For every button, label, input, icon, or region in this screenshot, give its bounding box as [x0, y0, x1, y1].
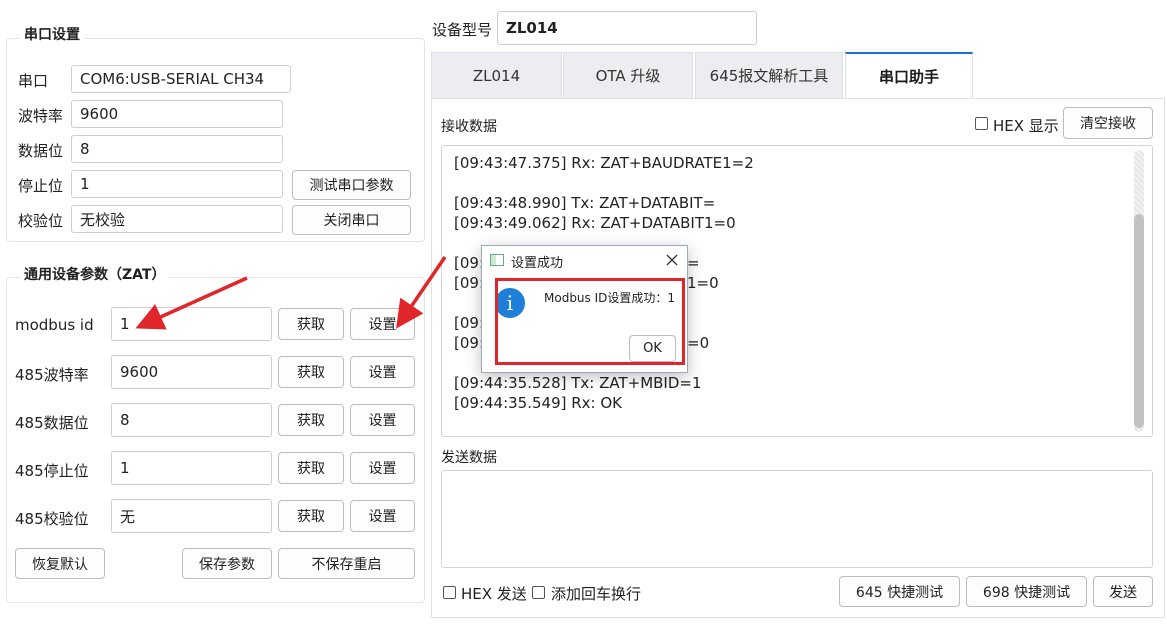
- send-textarea[interactable]: [441, 470, 1153, 568]
- get-baud485-button[interactable]: 获取: [278, 356, 344, 388]
- parity485-field[interactable]: [111, 499, 272, 533]
- crlf-checkbox[interactable]: [532, 586, 545, 599]
- test-serial-button[interactable]: 测试串口参数: [292, 170, 411, 200]
- set-stopbits485-button[interactable]: 设置: [350, 452, 415, 484]
- baud485-field[interactable]: [111, 355, 272, 389]
- set-baud485-button[interactable]: 设置: [350, 356, 415, 388]
- stopbits-label: 停止位: [18, 177, 64, 195]
- hex-send-label: HEX 发送: [461, 585, 527, 603]
- log-line: [09:43:48.990] Tx: ZAT+DATABIT=: [454, 194, 716, 212]
- close-icon[interactable]: [666, 254, 678, 266]
- app-icon: [490, 254, 504, 266]
- tab-645-parser[interactable]: 645报文解析工具: [695, 52, 843, 98]
- parity-label: 校验位: [18, 212, 64, 230]
- reboot-nosave-button[interactable]: 不保存重启: [278, 548, 415, 579]
- save-params-button[interactable]: 保存参数: [182, 548, 272, 579]
- tab-serial-assistant[interactable]: 串口助手: [845, 52, 973, 98]
- set-modbus-id-button[interactable]: 设置: [350, 308, 415, 340]
- port-label: 串口: [18, 72, 49, 90]
- test645-button[interactable]: 645 快捷测试: [839, 576, 960, 607]
- log-line: [09:43:47.375] Rx: ZAT+BAUDRATE1=2: [454, 154, 754, 172]
- stopbits-field[interactable]: [71, 170, 283, 198]
- dialog-title: 设置成功: [511, 256, 564, 271]
- device-model-label: 设备型号: [432, 21, 493, 39]
- get-modbus-id-button[interactable]: 获取: [278, 308, 344, 340]
- close-serial-button[interactable]: 关闭串口: [292, 205, 411, 235]
- log-line: [09:: [454, 334, 484, 352]
- param-label-485-parity: 485校验位: [15, 510, 89, 528]
- tab-ota[interactable]: OTA 升级: [563, 52, 693, 98]
- log-line: =0: [687, 334, 710, 352]
- modbus-id-field[interactable]: [111, 307, 272, 341]
- parity-field[interactable]: [71, 205, 283, 233]
- serial-settings-title: 串口设置: [20, 24, 84, 44]
- send-button[interactable]: 发送: [1093, 576, 1153, 607]
- databits-field[interactable]: [71, 135, 283, 163]
- get-parity485-button[interactable]: 获取: [278, 500, 344, 532]
- log-line: [09:: [454, 254, 484, 272]
- get-stopbits485-button[interactable]: 获取: [278, 452, 344, 484]
- baud-label: 波特率: [18, 107, 64, 125]
- port-field[interactable]: [71, 65, 291, 93]
- set-parity485-button[interactable]: 设置: [350, 500, 415, 532]
- tab-zl014[interactable]: ZL014: [431, 52, 562, 98]
- log-line: [09:: [454, 314, 484, 332]
- highlight-box: [495, 278, 685, 365]
- param-label-modbus-id: modbus id: [15, 316, 94, 334]
- baud-field[interactable]: [71, 100, 283, 128]
- log-line: [09:: [454, 274, 484, 292]
- set-databits485-button[interactable]: 设置: [350, 404, 415, 436]
- receive-scrollbar-thumb[interactable]: [1134, 214, 1144, 428]
- log-line: 1=0: [687, 274, 719, 292]
- clear-receive-button[interactable]: 清空接收: [1063, 107, 1153, 139]
- log-line: [09:44:35.528] Tx: ZAT+MBID=1: [454, 374, 702, 392]
- log-line: [09:43:49.062] Rx: ZAT+DATABIT1=0: [454, 214, 736, 232]
- test698-button[interactable]: 698 快捷测试: [966, 576, 1087, 607]
- get-databits485-button[interactable]: 获取: [278, 404, 344, 436]
- device-params-title: 通用设备参数（ZAT）: [20, 264, 170, 284]
- databits-label: 数据位: [18, 142, 64, 160]
- receive-label: 接收数据: [441, 119, 497, 135]
- dialog-titlebar: 设置成功: [482, 246, 687, 274]
- crlf-label: 添加回车换行: [551, 585, 642, 603]
- stopbits485-field[interactable]: [111, 451, 272, 485]
- param-label-485-baud: 485波特率: [15, 366, 89, 384]
- log-line: [09:44:35.549] Rx: OK: [454, 394, 623, 412]
- restore-default-button[interactable]: 恢复默认: [15, 548, 105, 579]
- hex-send-checkbox[interactable]: [443, 586, 456, 599]
- log-line: =: [687, 254, 700, 272]
- databits485-field[interactable]: [111, 403, 272, 437]
- send-label: 发送数据: [441, 450, 497, 466]
- device-model-field[interactable]: [497, 11, 757, 45]
- param-label-485-databits: 485数据位: [15, 414, 89, 432]
- hex-display-checkbox[interactable]: [975, 117, 988, 130]
- param-label-485-stopbits: 485停止位: [15, 462, 89, 480]
- hex-display-label: HEX 显示: [993, 117, 1059, 135]
